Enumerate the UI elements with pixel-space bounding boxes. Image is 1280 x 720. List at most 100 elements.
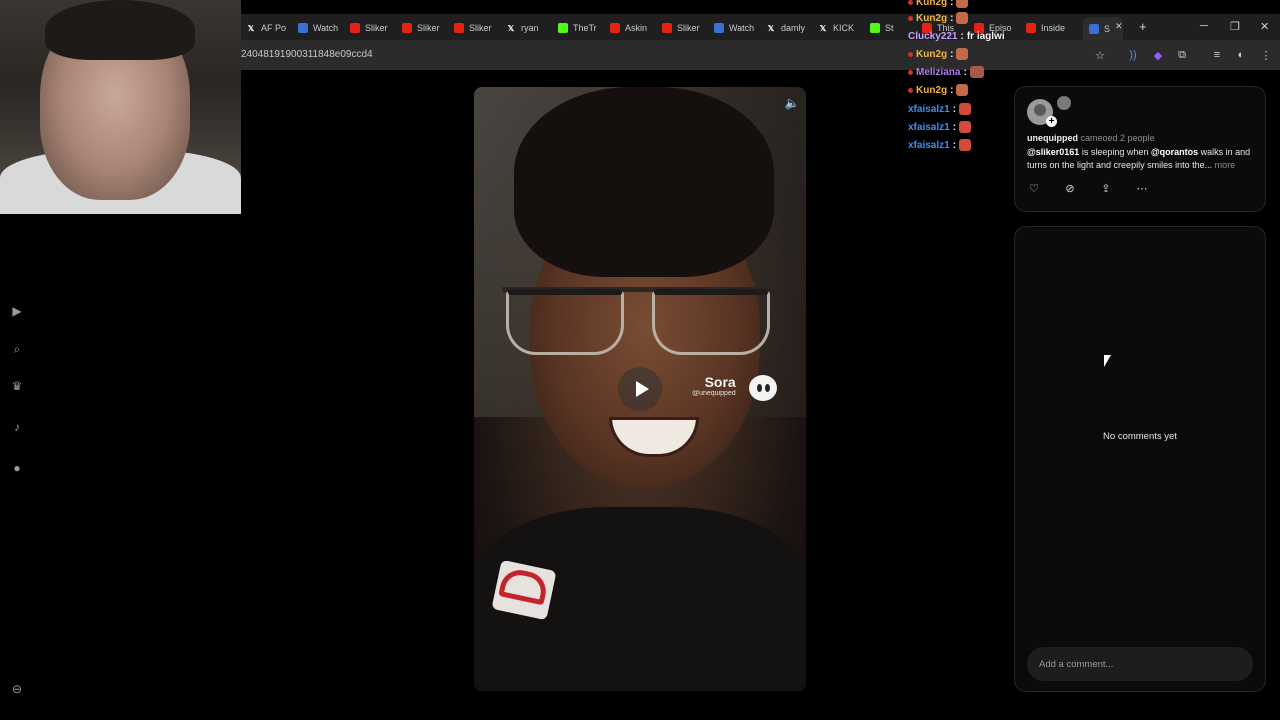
chat-message: Kun2g :: [908, 0, 969, 10]
browser-tab[interactable]: Watch: [298, 19, 346, 37]
tab-label: KICK: [833, 23, 855, 33]
browser-tab[interactable]: Sliker: [662, 19, 710, 37]
comments-panel: No comments yet: [1014, 226, 1266, 692]
browser-tab[interactable]: 𝕏damly: [766, 19, 814, 37]
browser-tab[interactable]: 𝕏ryan: [506, 19, 554, 37]
browser-tab-bar: 𝕏 AF Po Watch Sliker Sliker Sliker 𝕏ryan TheTr A…: [241, 14, 1280, 40]
settings-more-icon[interactable]: ⊖: [10, 682, 24, 696]
chat-separator: :: [952, 139, 957, 151]
notifications-bell-icon[interactable]: ♪: [10, 420, 24, 434]
chat-emote-icon: [956, 48, 969, 60]
chat-badge-icon: [908, 69, 913, 75]
watermark-name: Sora: [704, 374, 736, 390]
chat-separator: :: [950, 48, 954, 60]
nasa-logo-icon: [498, 566, 550, 606]
cameo-avatar[interactable]: [1057, 96, 1071, 110]
youtube-icon: [454, 23, 464, 33]
close-tab-icon[interactable]: ✕: [1115, 21, 1123, 32]
chat-username[interactable]: Clucky221: [908, 31, 957, 42]
chat-separator: :: [950, 84, 954, 96]
chat-username[interactable]: Kun2g: [916, 49, 947, 60]
youtube-icon: [1026, 23, 1036, 33]
chat-username[interactable]: Meliziana: [916, 67, 960, 78]
trophy-icon[interactable]: ♛: [10, 379, 24, 393]
chat-separator: :: [952, 121, 957, 133]
close-window-icon[interactable]: ✕: [1260, 20, 1269, 33]
x-icon: 𝕏: [819, 23, 827, 33]
chat-badge-icon: [908, 0, 913, 5]
url-text[interactable]: 24048191900311848e09ccd4: [241, 49, 373, 60]
browser-tab[interactable]: TheTr: [558, 19, 606, 37]
tab-label: Sliker: [417, 23, 440, 33]
home-play-icon[interactable]: ▶: [10, 304, 24, 318]
follow-plus-icon[interactable]: +: [1046, 116, 1057, 127]
video-player[interactable]: 🔈 Sora @unequipped: [474, 87, 806, 691]
browser-tab[interactable]: Inside: [1026, 19, 1074, 37]
chat-username[interactable]: Kun2g: [916, 13, 947, 24]
openai-icon: [1089, 23, 1099, 34]
tab-label: Watch: [729, 23, 755, 33]
author-name[interactable]: unequipped: [1027, 133, 1078, 143]
chat-separator: :: [960, 30, 964, 42]
mention-link[interactable]: @sliker0161: [1027, 147, 1079, 157]
browser-tab[interactable]: 𝕏 KICK: [818, 19, 866, 37]
chat-username[interactable]: Kun2g: [916, 85, 947, 96]
sora-watermark: Sora @unequipped: [692, 374, 736, 397]
remix-icon[interactable]: ⊘: [1063, 181, 1077, 195]
browser-tab[interactable]: Sliker: [454, 19, 502, 37]
tab-label: Sliker: [365, 23, 388, 33]
chat-message: xfaisalz1 :: [908, 119, 972, 135]
more-link[interactable]: more: [1212, 160, 1236, 170]
share-icon[interactable]: ⇪: [1099, 181, 1113, 195]
comment-input[interactable]: [1027, 647, 1253, 681]
browser-tab[interactable]: Sliker: [402, 19, 450, 37]
mention-link[interactable]: @qorantos: [1151, 147, 1198, 157]
x-icon: 𝕏: [767, 23, 775, 33]
tab-label: Sliker: [469, 23, 492, 33]
bookmark-star-icon[interactable]: ☆: [1093, 48, 1107, 62]
youtube-icon: [610, 23, 620, 33]
extensions-puzzle-icon[interactable]: ⧉: [1175, 48, 1189, 62]
new-tab-icon[interactable]: +: [1139, 19, 1147, 34]
chat-username[interactable]: xfaisalz1: [908, 104, 950, 115]
x-icon: 𝕏: [507, 23, 515, 33]
like-heart-icon[interactable]: ♡: [1027, 181, 1041, 195]
browser-menu-icon[interactable]: ⋮: [1259, 48, 1273, 62]
mouse-cursor: [1104, 355, 1111, 367]
play-button[interactable]: [618, 367, 662, 411]
chat-username[interactable]: Kun2g: [916, 0, 947, 8]
browser-tab[interactable]: Askin: [610, 19, 658, 37]
more-options-icon[interactable]: ⋯: [1135, 181, 1149, 195]
browser-tab[interactable]: Watch: [714, 19, 762, 37]
x-icon: 𝕏: [247, 23, 255, 33]
extension-sound-icon[interactable]: )): [1126, 48, 1140, 62]
reading-list-icon[interactable]: ≡: [1210, 48, 1224, 62]
extension-shield-icon[interactable]: ◆: [1151, 48, 1165, 62]
video-person-hair: [514, 87, 774, 277]
search-icon[interactable]: ⌕: [10, 342, 24, 356]
profile-icon[interactable]: ●: [10, 461, 24, 475]
openai-icon: [298, 23, 308, 33]
profile-avatar-icon[interactable]: ◐: [1234, 48, 1248, 62]
kick-icon: [870, 23, 880, 33]
browser-tab[interactable]: 𝕏 AF Po: [246, 19, 294, 37]
chat-username[interactable]: xfaisalz1: [908, 140, 950, 151]
browser-tab[interactable]: Sliker: [350, 19, 398, 37]
no-comments-text: No comments yet: [1103, 431, 1177, 442]
restore-icon[interactable]: ❐: [1230, 20, 1240, 33]
tab-label: St: [885, 23, 894, 33]
chat-badge-icon: [908, 15, 913, 21]
youtube-icon: [662, 23, 672, 33]
tab-label: Sliker: [677, 23, 700, 33]
post-meta: unequipped cameoed 2 people: [1027, 133, 1155, 143]
cameo-meta: cameoed 2 people: [1080, 133, 1155, 143]
chat-username[interactable]: xfaisalz1: [908, 122, 950, 133]
chat-badge-icon: [908, 51, 913, 57]
minimize-icon[interactable]: ─: [1200, 20, 1208, 32]
chat-separator: :: [952, 103, 957, 115]
volume-mute-icon[interactable]: 🔈: [784, 95, 800, 111]
youtube-icon: [350, 23, 360, 33]
kick-icon: [558, 23, 568, 33]
webcam-hair: [45, 0, 195, 60]
chat-separator: :: [950, 12, 954, 24]
